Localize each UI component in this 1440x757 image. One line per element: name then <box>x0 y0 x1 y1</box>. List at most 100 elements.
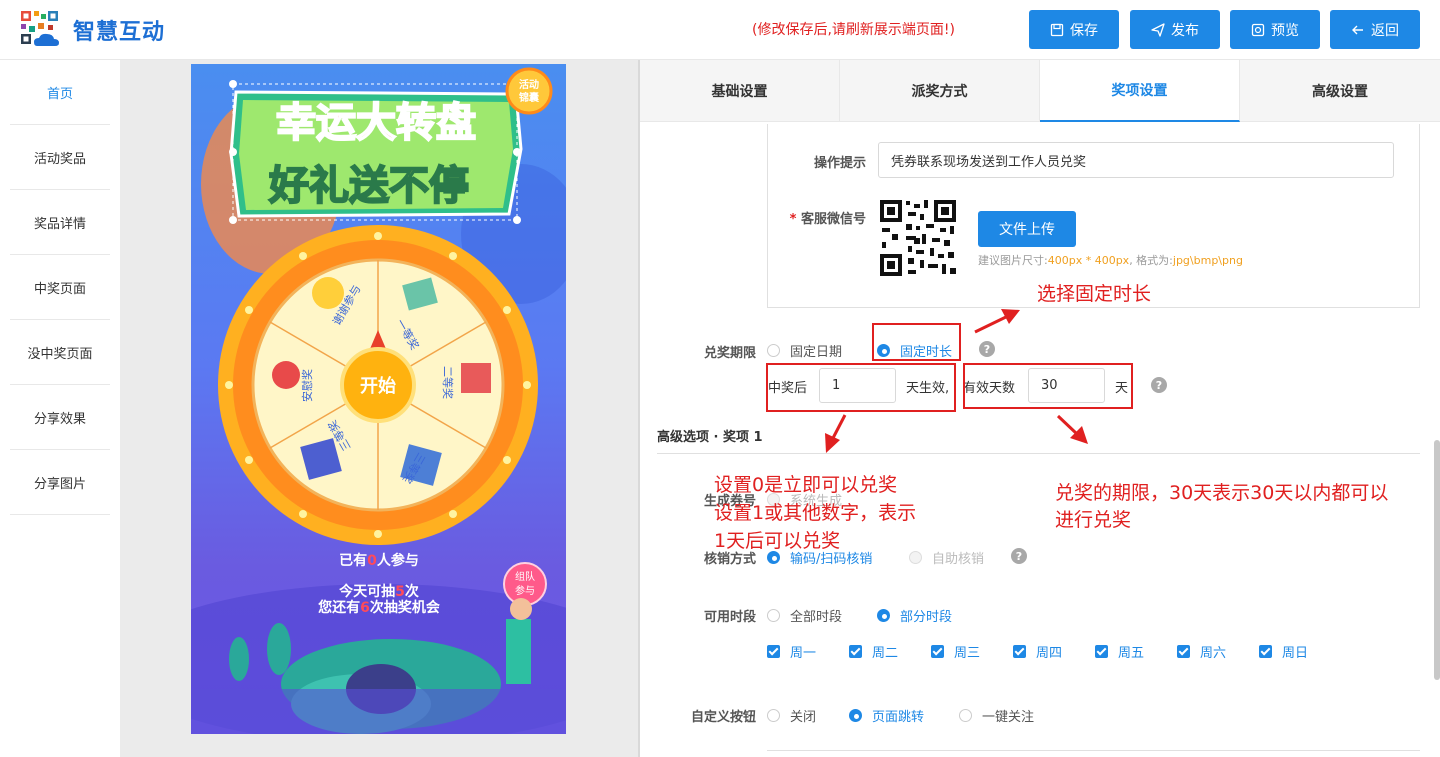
time-all-radio[interactable]: 全部时段 <box>767 606 842 625</box>
resize-handle-tl[interactable] <box>229 80 237 88</box>
panel-scrollbar[interactable] <box>1434 440 1440 680</box>
gift-icon <box>461 363 491 393</box>
ball-icon <box>272 361 300 389</box>
title-line2: 好礼送不停 <box>268 163 469 209</box>
today-chances-text: 今天可抽5次 <box>338 583 419 600</box>
custom-off-radio[interactable]: 关闭 <box>767 706 816 725</box>
svg-text:参与: 参与 <box>515 584 535 597</box>
phone-preview: 幸运大转盘 好礼送不停 活动 锦囊 谢谢参与 一等奖 二等奖 三等奖 三等奖 安… <box>191 64 566 734</box>
op-hint-label: 操作提示 <box>813 156 866 171</box>
period-fixed-date-radio[interactable]: 固定日期 <box>767 341 842 360</box>
radio-dot <box>877 609 890 622</box>
radio-dot <box>849 709 862 722</box>
upload-hint: 建议图片尺寸:400px * 400px, 格式为:jpg\bmp\png <box>978 254 1243 267</box>
weekday-checkbox[interactable]: 周三 <box>931 642 980 661</box>
wechat-qr-code-image <box>878 198 958 278</box>
send-icon <box>1151 22 1165 37</box>
verify-self-radio[interactable]: 自助核销 <box>909 548 984 567</box>
annotation-setting-line1: 设置0是立即可以兑奖 <box>714 474 898 496</box>
checkbox-mark <box>767 645 780 658</box>
section-divider <box>657 453 1420 454</box>
title-line1: 幸运大转盘 <box>276 100 476 146</box>
help-icon[interactable]: ? <box>979 341 995 357</box>
radio-dot <box>959 709 972 722</box>
checkbox-mark <box>931 645 944 658</box>
activity-tips-badge[interactable] <box>505 67 553 115</box>
team-join-button[interactable] <box>503 562 547 606</box>
save-button[interactable]: 保存 <box>1029 10 1119 49</box>
lucky-wheel-artwork: 幸运大转盘 好礼送不停 活动 锦囊 谢谢参与 一等奖 二等奖 三等奖 三等奖 安… <box>191 67 566 734</box>
publish-label: 发布 <box>1171 22 1199 39</box>
qr-logo-icon <box>21 11 59 46</box>
nav-item-home[interactable]: 首页 <box>10 60 110 125</box>
save-label: 保存 <box>1070 22 1098 39</box>
resize-handle-bl[interactable] <box>229 216 237 224</box>
redeem-period-label: 兑奖期限 <box>703 346 756 361</box>
svg-text:锦囊: 锦囊 <box>519 91 540 104</box>
weekday-checkbox[interactable]: 周二 <box>849 642 898 661</box>
joined-count-text: 已有0人参与 <box>339 552 419 569</box>
available-time-label: 可用时段 <box>703 610 756 625</box>
checkbox-mark <box>1013 645 1026 658</box>
weekday-checkbox[interactable]: 周六 <box>1177 642 1226 661</box>
weekday-checkbox[interactable]: 周日 <box>1259 642 1308 661</box>
checkbox-mark <box>1259 645 1272 658</box>
arrow-left-icon <box>1352 25 1363 34</box>
tab-prize-settings[interactable]: 奖项设置 <box>1040 60 1240 122</box>
checkbox-mark <box>1177 645 1190 658</box>
preview-button[interactable]: 预览 <box>1230 10 1320 49</box>
segment-label: 安慰奖 <box>300 369 314 402</box>
resize-handle-mr[interactable] <box>513 148 521 156</box>
tab-basic[interactable]: 基础设置 <box>640 60 840 122</box>
publish-button[interactable]: 发布 <box>1130 10 1220 49</box>
highlight-fixed-duration <box>872 323 961 361</box>
badge-text: 活动 <box>519 78 539 91</box>
back-button[interactable]: 返回 <box>1330 10 1420 49</box>
custom-jump-radio[interactable]: 页面跳转 <box>849 706 924 725</box>
help-icon[interactable]: ? <box>1011 548 1027 564</box>
nav-item-share-image[interactable]: 分享图片 <box>10 450 110 515</box>
top-header: 智慧互动 (修改保存后,请刷新展示端页面!) 保存 发布 预览 返回 <box>0 0 1440 60</box>
help-icon[interactable]: ? <box>1151 377 1167 393</box>
annotation-period-line1: 兑奖的期限，30天表示30天以内都可以 <box>1055 482 1389 504</box>
left-nav: 首页 活动奖品 奖品详情 中奖页面 没中奖页面 分享效果 分享图片 <box>0 60 120 757</box>
radio-dot <box>767 709 780 722</box>
wechat-label: * 客服微信号 <box>789 212 866 227</box>
resize-handle-br[interactable] <box>513 216 521 224</box>
preview-label: 预览 <box>1271 22 1299 39</box>
nav-item-prizes[interactable]: 活动奖品 <box>10 125 110 190</box>
segment-label: 二等奖 <box>441 366 455 399</box>
tab-advanced[interactable]: 高级设置 <box>1240 60 1440 122</box>
annotation-choose-duration: 选择固定时长 <box>1037 283 1152 305</box>
resize-handle-ml[interactable] <box>229 148 237 156</box>
nav-item-lose-page[interactable]: 没中奖页面 <box>10 320 110 385</box>
radio-dot <box>767 609 780 622</box>
time-partial-radio[interactable]: 部分时段 <box>877 606 952 625</box>
highlight-after-win <box>766 363 956 412</box>
tab-distribution[interactable]: 派奖方式 <box>840 60 1040 122</box>
file-upload-button[interactable]: 文件上传 <box>978 211 1076 247</box>
weekday-checkbox[interactable]: 周一 <box>767 642 816 661</box>
start-label: 开始 <box>360 375 396 397</box>
annotation-period-line2: 进行兑奖 <box>1055 509 1132 531</box>
remaining-chances-text: 您还有6次抽奖机会 <box>318 599 441 616</box>
upload-label: 文件上传 <box>999 222 1055 238</box>
section-divider <box>767 750 1420 751</box>
checkbox-mark <box>849 645 862 658</box>
nav-item-prize-detail[interactable]: 奖品详情 <box>10 190 110 255</box>
highlight-valid-days <box>963 363 1133 409</box>
annotation-setting-line3: 1天后可以兑奖 <box>714 530 841 552</box>
advanced-section-title: 高级选项 · 奖项 1 <box>657 430 763 445</box>
svg-text:组队: 组队 <box>515 570 535 583</box>
weekday-checkbox[interactable]: 周五 <box>1095 642 1144 661</box>
preview-icon <box>1251 23 1265 36</box>
custom-follow-radio[interactable]: 一键关注 <box>959 706 1034 725</box>
panel-splitter[interactable] <box>638 60 640 757</box>
nav-item-share-effect[interactable]: 分享效果 <box>10 385 110 450</box>
refresh-notice: (修改保存后,请刷新展示端页面!) <box>752 22 955 38</box>
back-label: 返回 <box>1371 22 1399 39</box>
op-hint-input[interactable]: 凭券联系现场发送到工作人员兑奖 <box>878 142 1394 178</box>
weekday-checkbox[interactable]: 周四 <box>1013 642 1062 661</box>
checkbox-mark <box>1095 645 1108 658</box>
nav-item-win-page[interactable]: 中奖页面 <box>10 255 110 320</box>
